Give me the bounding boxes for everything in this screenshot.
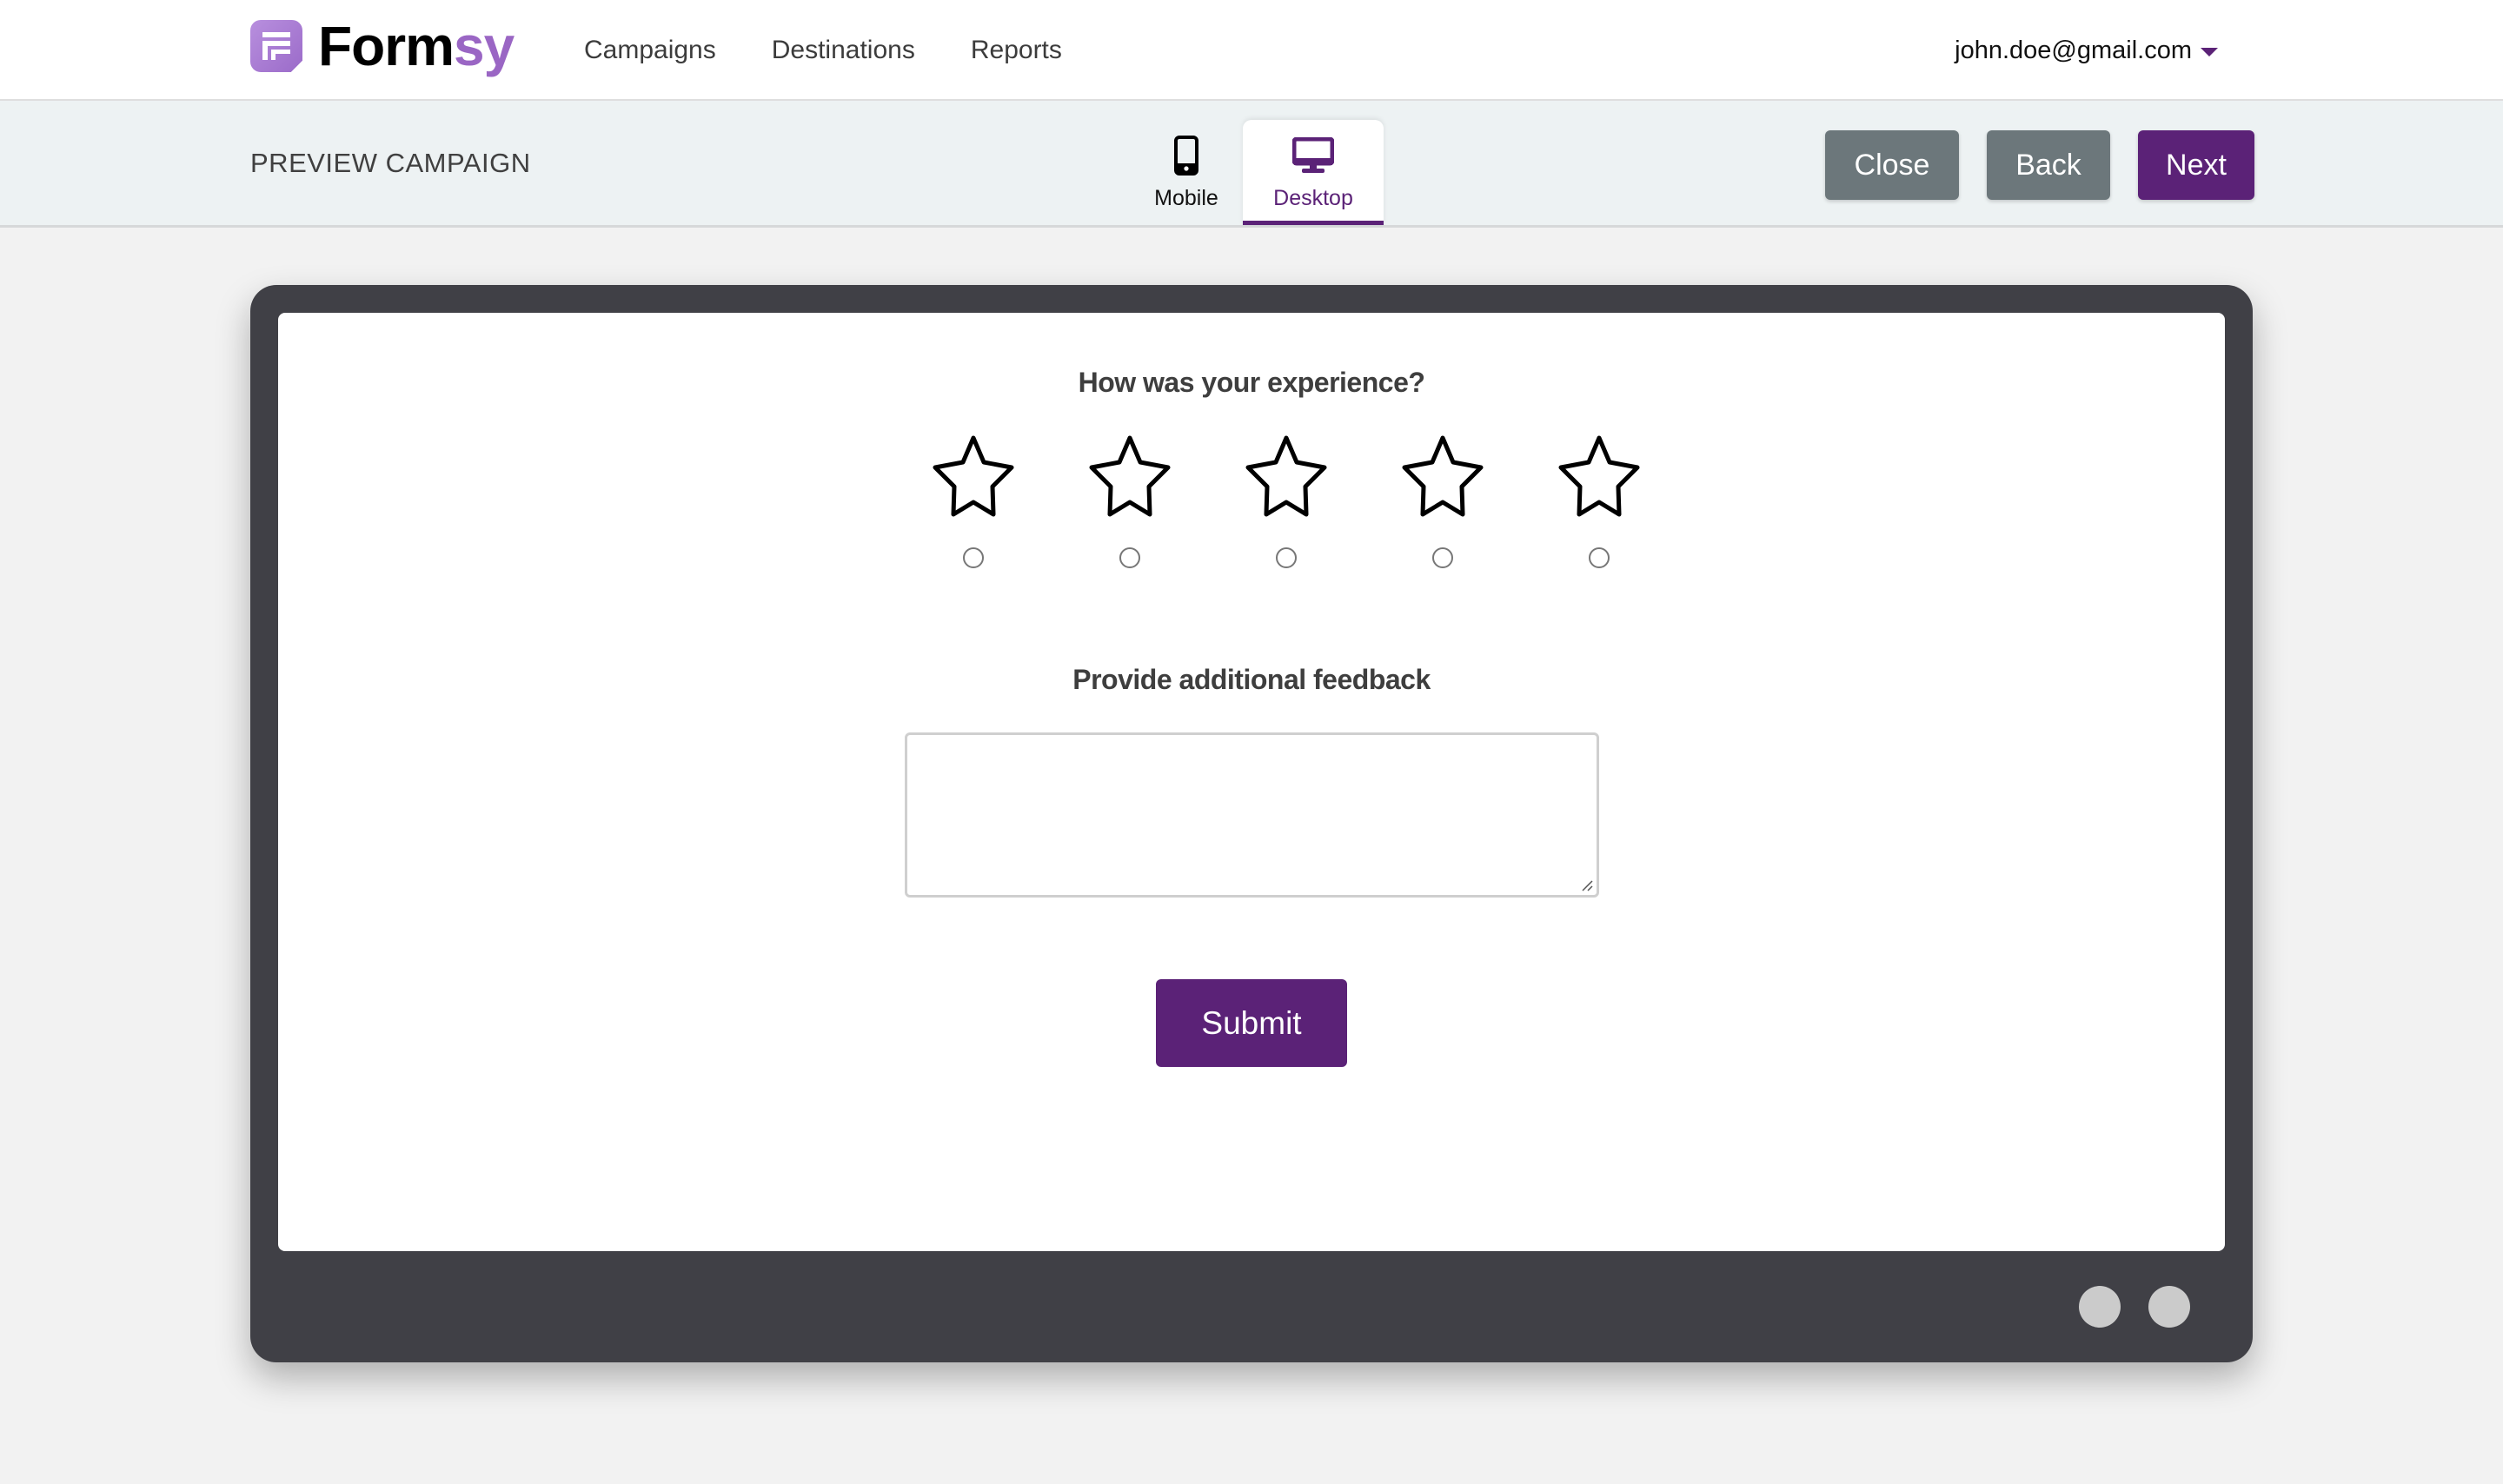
nav-destinations[interactable]: Destinations [772, 36, 915, 65]
nav-reports[interactable]: Reports [971, 36, 1062, 65]
desktop-monitor-icon [1292, 134, 1334, 177]
close-button[interactable]: Close [1825, 130, 1959, 200]
user-email: john.doe@gmail.com [1955, 36, 2192, 64]
page-title: PREVIEW CAMPAIGN [250, 147, 531, 178]
star-rating [895, 433, 1677, 568]
star-outline-icon[interactable] [1399, 433, 1486, 520]
tab-mobile[interactable]: Mobile [1130, 120, 1243, 225]
mobile-phone-icon [1174, 134, 1198, 177]
feedback-textarea[interactable] [905, 732, 1599, 898]
next-button[interactable]: Next [2138, 130, 2254, 200]
star-outline-icon[interactable] [1086, 433, 1173, 520]
device-indicator-dot [2079, 1286, 2121, 1328]
logo-text: Formsy [318, 15, 515, 77]
user-menu[interactable]: john.doe@gmail.com [1955, 0, 2218, 101]
preview-screen: How was your experience? Provide additio… [278, 313, 2225, 1251]
device-tabs: Mobile Desktop [1130, 120, 1384, 225]
tab-desktop-label: Desktop [1273, 186, 1353, 210]
top-navigation-bar: Formsy Campaigns Destinations Reports jo… [0, 0, 2503, 101]
star-outline-icon[interactable] [1243, 433, 1330, 520]
desktop-device-frame: How was your experience? Provide additio… [250, 285, 2253, 1362]
rating-radio-5[interactable] [1589, 547, 1610, 568]
logo-text-main: Form [318, 15, 455, 77]
rating-radio-1[interactable] [963, 547, 984, 568]
nav-campaigns[interactable]: Campaigns [584, 36, 716, 65]
feedback-label: Provide additional feedback [1072, 664, 1431, 695]
preview-toolbar: PREVIEW CAMPAIGN Mobile Desktop Close Ba… [0, 101, 2503, 228]
submit-button[interactable]: Submit [1156, 979, 1347, 1067]
formsy-logo-icon [250, 20, 302, 72]
logo-text-accent: sy [454, 15, 515, 77]
rating-radio-4[interactable] [1432, 547, 1453, 568]
rating-option-3 [1208, 433, 1364, 568]
rating-option-4 [1364, 433, 1521, 568]
tab-desktop[interactable]: Desktop [1243, 120, 1384, 225]
caret-down-icon [2201, 47, 2218, 56]
rating-question: How was your experience? [1078, 367, 1425, 398]
star-outline-icon[interactable] [930, 433, 1017, 520]
device-indicator-dot [2148, 1286, 2190, 1328]
main-nav: Campaigns Destinations Reports [584, 0, 1118, 101]
rating-radio-2[interactable] [1119, 547, 1140, 568]
rating-option-1 [895, 433, 1052, 568]
preview-actions: Close Back Next [1825, 130, 2254, 200]
rating-radio-3[interactable] [1276, 547, 1297, 568]
back-button[interactable]: Back [1987, 130, 2110, 200]
formsy-logo[interactable]: Formsy [250, 15, 515, 77]
rating-option-5 [1521, 433, 1677, 568]
rating-option-2 [1052, 433, 1208, 568]
resize-handle-icon[interactable] [1581, 879, 1593, 891]
tab-mobile-label: Mobile [1154, 186, 1218, 210]
star-outline-icon[interactable] [1556, 433, 1643, 520]
